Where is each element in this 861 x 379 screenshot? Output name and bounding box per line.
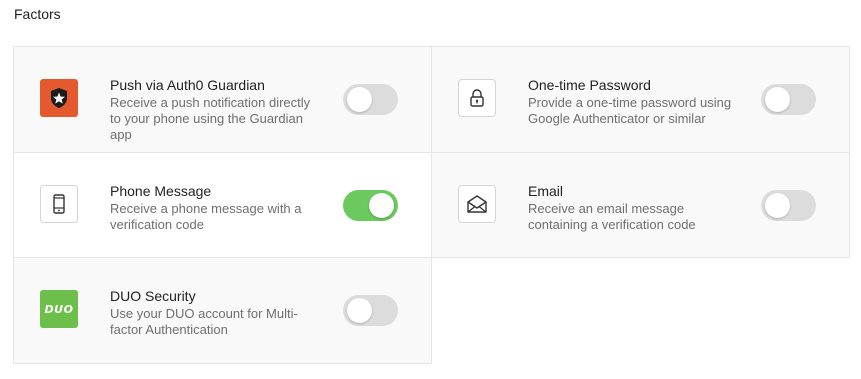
factor-description: Receive a phone message with a verificat… bbox=[110, 201, 302, 232]
factor-card-guardian: Push via Auth0 Guardian Receive a push n… bbox=[13, 46, 432, 153]
phone-icon bbox=[40, 185, 78, 223]
guardian-toggle[interactable] bbox=[343, 84, 398, 115]
factor-description: Receive a push notification directly to … bbox=[110, 95, 311, 142]
toggle-knob bbox=[369, 193, 394, 218]
toggle-knob bbox=[347, 298, 372, 323]
duo-logo-text: DUO bbox=[44, 302, 74, 316]
phone-toggle[interactable] bbox=[343, 190, 398, 221]
toggle-knob bbox=[765, 87, 790, 112]
toggle-knob bbox=[765, 193, 790, 218]
duo-toggle[interactable] bbox=[343, 295, 398, 326]
factor-description: Provide a one-time password using Google… bbox=[528, 95, 732, 126]
duo-icon: DUO bbox=[40, 290, 78, 328]
factor-title: DUO Security bbox=[110, 288, 196, 304]
otp-toggle[interactable] bbox=[761, 84, 816, 115]
email-toggle[interactable] bbox=[761, 190, 816, 221]
factor-card-duo: DUO DUO Security Use your DUO account fo… bbox=[13, 257, 432, 364]
factors-grid: Push via Auth0 Guardian Receive a push n… bbox=[13, 46, 850, 364]
toggle-knob bbox=[347, 87, 372, 112]
factors-page: Factors Push via Auth0 Guardian Receive … bbox=[0, 0, 861, 379]
factor-title: Email bbox=[528, 183, 564, 199]
factor-card-phone: Phone Message Receive a phone message wi… bbox=[13, 152, 432, 258]
factor-card-email: Email Receive an email message containin… bbox=[431, 152, 850, 258]
lock-icon bbox=[458, 79, 496, 117]
section-title: Factors bbox=[14, 6, 61, 22]
factor-card-otp: One-time Password Provide a one-time pas… bbox=[431, 46, 850, 153]
factor-description: Receive an email message containing a ve… bbox=[528, 201, 696, 232]
factor-title: Phone Message bbox=[110, 183, 212, 199]
auth0-guardian-icon bbox=[40, 79, 78, 117]
factor-description: Use your DUO account for Multi-factor Au… bbox=[110, 306, 298, 337]
empty-grid-cell bbox=[432, 258, 850, 364]
factor-title: Push via Auth0 Guardian bbox=[110, 77, 265, 93]
factor-title: One-time Password bbox=[528, 77, 651, 93]
envelope-icon bbox=[458, 185, 496, 223]
